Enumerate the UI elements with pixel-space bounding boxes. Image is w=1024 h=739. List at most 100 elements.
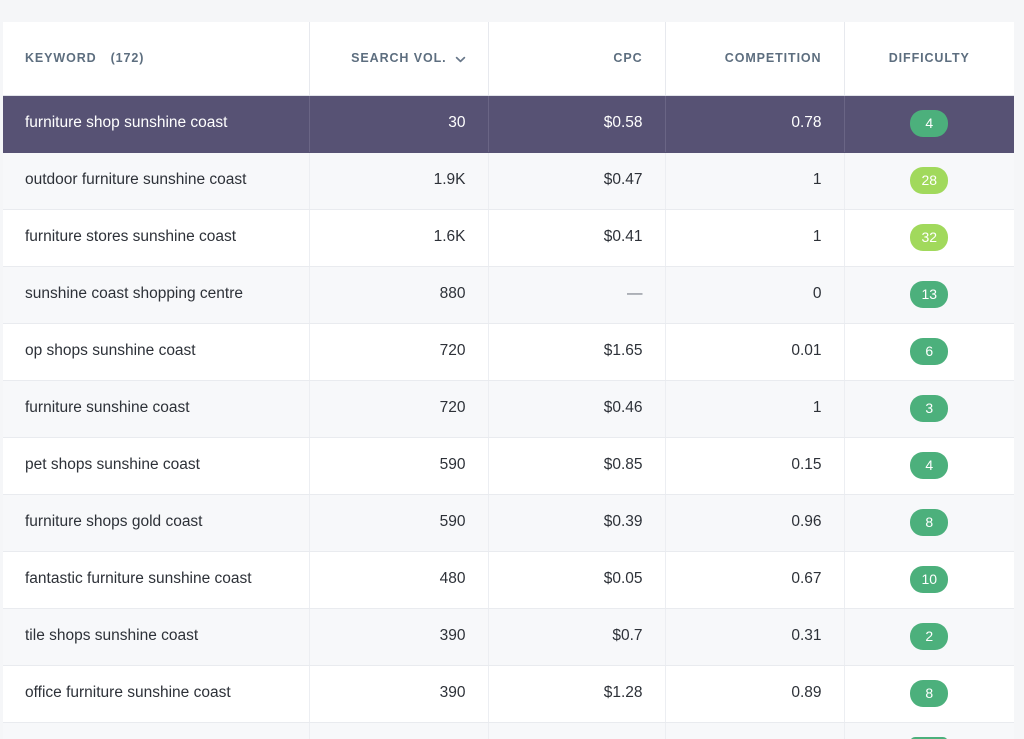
cell-keyword-text: op shops sunshine coast <box>25 342 196 360</box>
cell-difficulty: 13 <box>844 266 1014 324</box>
cell-cpc: $1.28 <box>488 665 666 723</box>
cell-cpc-text: $0.7 <box>612 627 643 645</box>
cell-competition-text: 1 <box>812 228 822 246</box>
column-header-keyword-label: KEYWORD <box>25 51 97 66</box>
difficulty-badge: 8 <box>910 679 949 708</box>
cell-search-volume: 390 <box>309 608 489 666</box>
cell-search-volume: 720 <box>309 380 489 438</box>
table-row[interactable]: pet shops sunshine coast 590 $0.85 0.15 4 <box>3 437 1014 495</box>
cell-search-volume-text: 590 <box>439 513 466 531</box>
cell-difficulty: 3 <box>844 380 1014 438</box>
cell-competition: 1 <box>665 152 845 210</box>
chevron-down-icon[interactable] <box>455 54 466 65</box>
cell-keyword[interactable]: pet shops sunshine coast <box>3 437 310 495</box>
cell-keyword[interactable]: fantastic furniture sunshine coast <box>3 551 310 609</box>
table-row[interactable]: tile shops sunshine coast 390 $0.7 0.31 2 <box>3 608 1014 666</box>
cell-search-volume-text: 590 <box>439 456 466 474</box>
cell-cpc: $0.46 <box>488 380 666 438</box>
column-header-keyword[interactable]: KEYWORD (172) <box>3 22 310 96</box>
cell-keyword[interactable]: outdoor furniture sunshine coast <box>3 152 310 210</box>
cell-competition: 0.01 <box>665 323 845 381</box>
cell-keyword[interactable] <box>3 722 310 739</box>
cell-competition: 1 <box>665 209 845 267</box>
cell-keyword[interactable]: furniture shops gold coast <box>3 494 310 552</box>
cell-search-volume-text: 1.9K <box>433 171 466 189</box>
cell-cpc-text: $0.47 <box>603 171 643 189</box>
table-row[interactable] <box>3 722 1014 739</box>
cell-search-volume-text: 880 <box>439 285 466 303</box>
cell-search-volume: 720 <box>309 323 489 381</box>
cell-difficulty: 4 <box>844 437 1014 495</box>
column-header-difficulty[interactable]: DIFFICULTY <box>844 22 1014 96</box>
cell-cpc: $0.39 <box>488 494 666 552</box>
table-row[interactable]: furniture stores sunshine coast 1.6K $0.41… <box>3 209 1014 267</box>
cell-competition-text: 0.78 <box>791 114 822 132</box>
cell-keyword[interactable]: furniture sunshine coast <box>3 380 310 438</box>
cell-search-volume-text: 480 <box>439 570 466 588</box>
keyword-table-container: KEYWORD (172) SEARCH VOL. CPC COMPETITIO… <box>3 22 1014 739</box>
cell-search-volume: 590 <box>309 494 489 552</box>
cell-difficulty: 10 <box>844 551 1014 609</box>
table-row[interactable]: furniture sunshine coast 720 $0.46 1 3 <box>3 380 1014 438</box>
cell-competition-text: 0.96 <box>791 513 822 531</box>
cell-keyword[interactable]: tile shops sunshine coast <box>3 608 310 666</box>
column-header-search-volume[interactable]: SEARCH VOL. <box>309 22 489 96</box>
cell-cpc-text: $0.58 <box>603 114 643 132</box>
table-body: furniture shop sunshine coast 30 $0.58 0.78… <box>3 95 1014 739</box>
cell-keyword[interactable]: sunshine coast shopping centre <box>3 266 310 324</box>
cell-keyword-text: fantastic furniture sunshine coast <box>25 570 252 588</box>
table-row[interactable]: op shops sunshine coast 720 $1.65 0.01 6 <box>3 323 1014 381</box>
keyword-research-table: KEYWORD (172) SEARCH VOL. CPC COMPETITIO… <box>3 22 1014 739</box>
cell-competition: 1 <box>665 380 845 438</box>
difficulty-badge: 4 <box>910 109 949 138</box>
cell-cpc-text: $0.85 <box>603 456 643 474</box>
cell-keyword[interactable]: furniture stores sunshine coast <box>3 209 310 267</box>
table-row[interactable]: fantastic furniture sunshine coast 480 $0.… <box>3 551 1014 609</box>
difficulty-badge: 8 <box>910 508 949 537</box>
table-row[interactable]: outdoor furniture sunshine coast 1.9K $0.4… <box>3 152 1014 210</box>
column-header-cpc[interactable]: CPC <box>488 22 666 96</box>
cell-keyword-text: furniture shop sunshine coast <box>25 114 228 132</box>
cell-difficulty <box>844 722 1014 739</box>
cell-search-volume-text: 30 <box>448 114 466 132</box>
cell-difficulty: 2 <box>844 608 1014 666</box>
cell-competition: 0.67 <box>665 551 845 609</box>
cell-search-volume: 390 <box>309 665 489 723</box>
cell-search-volume-text: 720 <box>439 342 466 360</box>
cell-keyword-text: furniture shops gold coast <box>25 513 203 531</box>
cell-cpc: $0.41 <box>488 209 666 267</box>
cell-competition-text: 1 <box>812 171 822 189</box>
cell-competition-text: 0 <box>812 285 822 303</box>
cell-search-volume: 480 <box>309 551 489 609</box>
cell-competition: 0.78 <box>665 95 845 153</box>
table-header: KEYWORD (172) SEARCH VOL. CPC COMPETITIO… <box>3 22 1014 96</box>
cell-search-volume-text: 390 <box>439 627 466 645</box>
difficulty-badge: 2 <box>910 622 949 651</box>
cell-keyword[interactable]: op shops sunshine coast <box>3 323 310 381</box>
cell-keyword[interactable]: furniture shop sunshine coast <box>3 95 310 153</box>
cell-search-volume: 30 <box>309 95 489 153</box>
table-row[interactable]: furniture shops gold coast 590 $0.39 0.96 8 <box>3 494 1014 552</box>
cell-difficulty: 8 <box>844 494 1014 552</box>
cell-keyword-text: furniture sunshine coast <box>25 399 190 417</box>
cell-competition: 0 <box>665 266 845 324</box>
cell-cpc-text: $0.39 <box>603 513 643 531</box>
cell-search-volume: 880 <box>309 266 489 324</box>
cell-search-volume: 590 <box>309 437 489 495</box>
table-row[interactable]: office furniture sunshine coast 390 $1.28 0… <box>3 665 1014 723</box>
table-row[interactable]: sunshine coast shopping centre 880 — 0 13 <box>3 266 1014 324</box>
cell-competition-text: 0.31 <box>791 627 822 645</box>
cell-cpc-text: $1.65 <box>603 342 643 360</box>
cell-keyword[interactable]: office furniture sunshine coast <box>3 665 310 723</box>
cell-cpc: $1.65 <box>488 323 666 381</box>
cell-search-volume <box>309 722 489 739</box>
keyword-table-page: KEYWORD (172) SEARCH VOL. CPC COMPETITIO… <box>0 0 1024 739</box>
difficulty-badge: 32 <box>910 223 949 252</box>
cell-difficulty: 4 <box>844 95 1014 153</box>
column-header-search-volume-label: SEARCH VOL. <box>351 51 447 66</box>
cell-keyword-text: office furniture sunshine coast <box>25 684 231 702</box>
difficulty-badge: 4 <box>910 451 949 480</box>
table-row[interactable]: furniture shop sunshine coast 30 $0.58 0.78… <box>3 95 1014 153</box>
column-header-competition[interactable]: COMPETITION <box>665 22 845 96</box>
cell-competition-text: 0.89 <box>791 684 822 702</box>
